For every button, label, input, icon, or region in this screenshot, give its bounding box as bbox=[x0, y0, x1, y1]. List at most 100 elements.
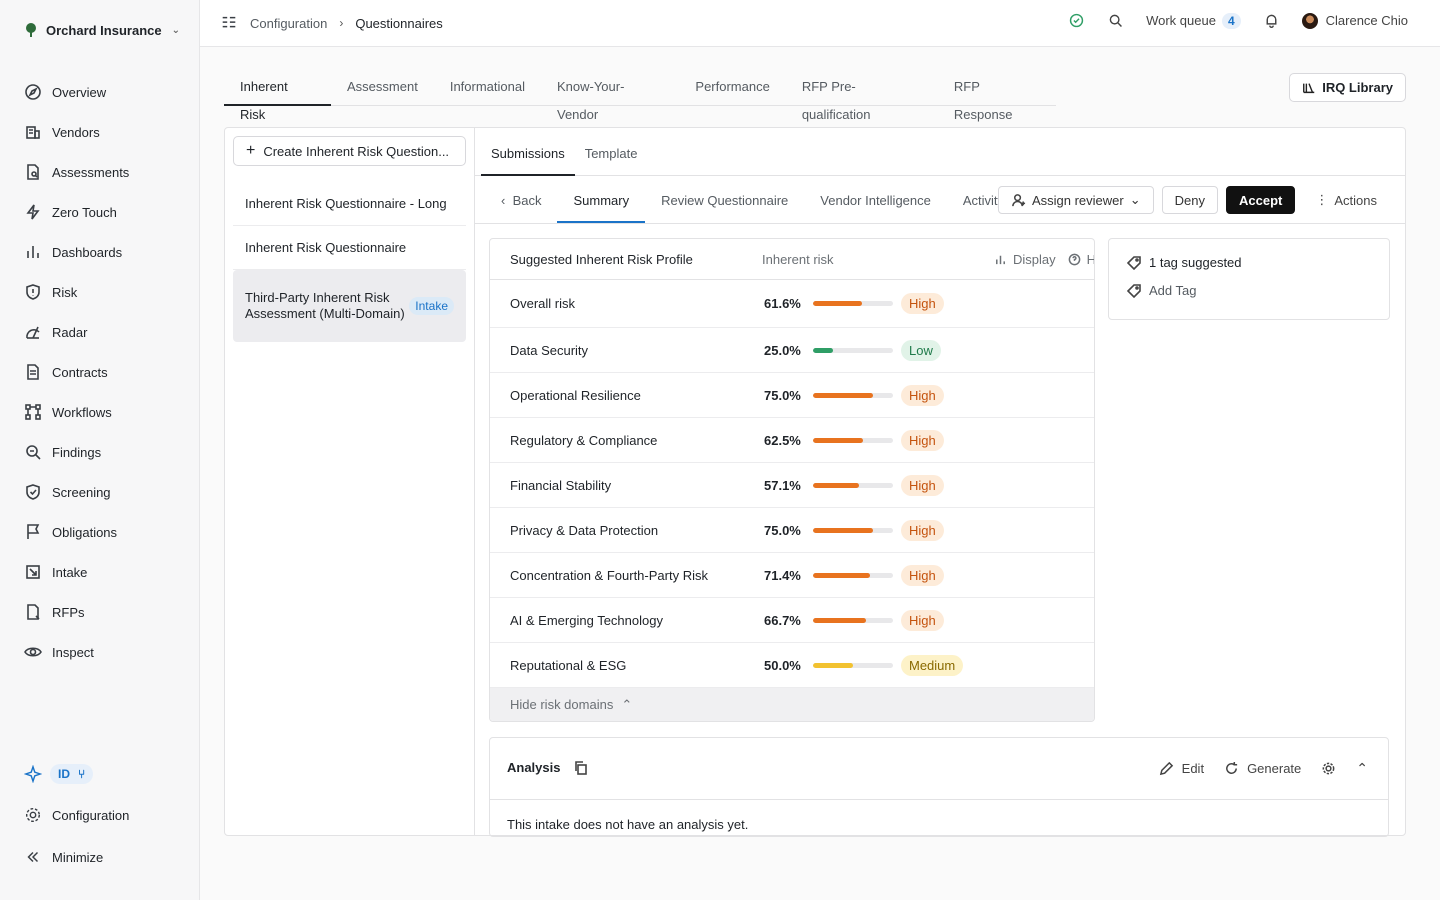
tab-performance[interactable]: Performance bbox=[679, 73, 785, 106]
tab-summary[interactable]: Summary bbox=[557, 177, 646, 223]
shield-alert-icon bbox=[26, 284, 40, 300]
sidebar-item-risk[interactable]: Risk bbox=[14, 272, 186, 312]
generate-button[interactable]: Generate bbox=[1224, 761, 1301, 776]
search-icon[interactable] bbox=[1107, 12, 1124, 29]
risk-bar bbox=[813, 347, 893, 353]
id-chip[interactable]: ID ⑂ bbox=[50, 764, 94, 784]
tab-template[interactable]: Template bbox=[575, 128, 648, 175]
display-button[interactable]: Display bbox=[1013, 252, 1056, 267]
id-chip-row[interactable]: ID ⑂ bbox=[24, 764, 184, 784]
user-menu[interactable]: Clarence Chio bbox=[1301, 12, 1408, 29]
risk-bar-fill bbox=[813, 437, 863, 443]
risk-bar bbox=[813, 301, 893, 306]
sidebar-item-intake[interactable]: Intake bbox=[14, 552, 186, 592]
sidebar-item-label: Contracts bbox=[52, 364, 108, 380]
risk-row: Overall risk 61.6% High bbox=[490, 280, 1094, 328]
bell-icon[interactable] bbox=[1263, 12, 1280, 29]
risk-profile-card: Suggested Inherent Risk Profile Inherent… bbox=[489, 238, 1095, 722]
submission-tabs: Submissions Template bbox=[475, 128, 1405, 176]
risk-domain: Regulatory & Compliance bbox=[510, 432, 658, 448]
questionnaire-panel: + Create Inherent Risk Question... Inher… bbox=[224, 127, 1406, 837]
tab-submissions[interactable]: Submissions bbox=[481, 128, 575, 176]
create-questionnaire-button[interactable]: + Create Inherent Risk Question... bbox=[233, 136, 466, 166]
lightning-icon bbox=[26, 204, 40, 220]
accept-button[interactable]: Accept bbox=[1226, 186, 1296, 214]
create-questionnaire-label: Create Inherent Risk Question... bbox=[263, 143, 450, 159]
sidebar-item-label: Risk bbox=[52, 284, 78, 300]
tab-inherent-risk[interactable]: Inherent Risk bbox=[224, 73, 332, 122]
tab-assessment[interactable]: Assessment bbox=[331, 73, 434, 106]
intake-icon bbox=[26, 565, 40, 579]
chevron-right-icon: › bbox=[339, 16, 344, 30]
sidebar-item-vendors[interactable]: Vendors bbox=[14, 112, 186, 152]
sidebar-item-label: Obligations bbox=[52, 524, 118, 540]
back-label: Back bbox=[512, 193, 542, 208]
sidebar-item-findings[interactable]: Findings bbox=[14, 432, 186, 472]
tab-review-questionnaire[interactable]: Review Questionnaire bbox=[645, 177, 804, 223]
add-tag-button[interactable]: Add Tag bbox=[1127, 283, 1196, 298]
shield-check-icon bbox=[26, 484, 40, 500]
questionnaire-name: Third-Party Inherent Risk Assessment (Mu… bbox=[245, 290, 405, 321]
sidebar-item-inspect[interactable]: Inspect bbox=[14, 632, 186, 672]
sidebar-item-obligations[interactable]: Obligations bbox=[14, 512, 186, 552]
questionnaire-list-item[interactable]: Third-Party Inherent Risk Assessment (Mu… bbox=[233, 270, 466, 342]
actions-label: Actions bbox=[1334, 192, 1377, 208]
configuration-link[interactable]: Configuration bbox=[24, 806, 184, 824]
sidebar-item-radar[interactable]: Radar bbox=[14, 312, 186, 352]
breadcrumb-parent[interactable]: Configuration bbox=[250, 16, 327, 31]
risk-level-badge: High bbox=[901, 519, 944, 541]
sidebar-item-overview[interactable]: Overview bbox=[14, 72, 186, 112]
sidebar-item-zero-touch[interactable]: Zero Touch bbox=[14, 192, 186, 232]
settings-icon[interactable] bbox=[1321, 761, 1336, 776]
eye-icon bbox=[24, 647, 42, 657]
tag-suggested-label: 1 tag suggested bbox=[1149, 255, 1242, 270]
sidebar-toggle-icon[interactable] bbox=[220, 14, 238, 32]
deny-button[interactable]: Deny bbox=[1161, 186, 1218, 214]
sidebar-item-dashboards[interactable]: Dashboards bbox=[14, 232, 186, 272]
help-button[interactable]: He bbox=[1087, 252, 1094, 267]
sidebar-item-label: Vendors bbox=[52, 124, 100, 140]
questionnaire-list-item[interactable]: Inherent Risk Questionnaire - Long bbox=[233, 182, 466, 226]
assign-reviewer-button[interactable]: Assign reviewer ⌄ bbox=[997, 186, 1154, 214]
tab-rfp-pre-qualification[interactable]: RFP Pre-qualification bbox=[786, 73, 938, 122]
sidebar-item-workflows[interactable]: Workflows bbox=[14, 392, 186, 432]
work-queue-button[interactable]: Work queue 4 bbox=[1146, 12, 1241, 29]
actions-menu-button[interactable]: ⋮ Actions bbox=[1303, 186, 1389, 214]
sidebar-item-rfps[interactable]: RFPs bbox=[14, 592, 186, 632]
back-button[interactable]: ‹ Back bbox=[493, 177, 557, 223]
risk-row: Financial Stability 57.1% High bbox=[490, 463, 1094, 508]
edit-button[interactable]: Edit bbox=[1159, 761, 1204, 776]
irq-library-button[interactable]: IRQ Library bbox=[1289, 73, 1406, 102]
tag-suggested[interactable]: 1 tag suggested bbox=[1127, 255, 1242, 270]
sidebar-item-contracts[interactable]: Contracts bbox=[14, 352, 186, 392]
help-icon bbox=[1068, 253, 1080, 265]
document-search-icon bbox=[27, 164, 39, 180]
tab-vendor-intelligence[interactable]: Vendor Intelligence bbox=[804, 177, 947, 223]
risk-rows: Overall risk 61.6% High Data Security 25.0% L… bbox=[490, 280, 1094, 688]
irq-library-label: IRQ Library bbox=[1322, 80, 1393, 95]
copy-icon[interactable] bbox=[574, 760, 588, 775]
main-content: Inherent Risk Assessment Informational Know… bbox=[200, 48, 1440, 900]
minimize-button[interactable]: Minimize bbox=[24, 848, 184, 866]
org-switcher[interactable]: Orchard Insurance ⌄ bbox=[24, 22, 180, 38]
submission-detail: Submissions Template ‹ Back Summary Review… bbox=[475, 128, 1405, 837]
risk-percent: 57.1% bbox=[764, 477, 801, 493]
chevron-down-icon: ⌄ bbox=[171, 24, 180, 36]
sidebar-item-screening[interactable]: Screening bbox=[14, 472, 186, 512]
questionnaire-list-item[interactable]: Inherent Risk Questionnaire bbox=[233, 226, 466, 270]
summary-tabs: ‹ Back Summary Review Questionnaire Vendor… bbox=[493, 177, 1020, 223]
chevron-up-icon[interactable]: ⌃ bbox=[1356, 760, 1368, 777]
tab-informational[interactable]: Informational bbox=[434, 73, 541, 106]
risk-profile-title: Suggested Inherent Risk Profile bbox=[510, 251, 693, 267]
hide-risk-domains-button[interactable]: Hide risk domains ⌃ bbox=[490, 688, 1094, 721]
plus-icon: + bbox=[246, 142, 256, 159]
minimize-label: Minimize bbox=[52, 849, 104, 865]
check-circle-icon[interactable] bbox=[1068, 12, 1085, 29]
risk-domain: Reputational & ESG bbox=[510, 657, 627, 673]
tags-card: 1 tag suggested Add Tag bbox=[1108, 238, 1390, 320]
tab-know-your-vendor[interactable]: Know-Your-Vendor bbox=[541, 73, 679, 122]
tab-rfp-response[interactable]: RFP Response bbox=[938, 73, 1056, 122]
sidebar-item-assessments[interactable]: Assessments bbox=[14, 152, 186, 192]
topbar-actions: Work queue 4 Clarence Chio bbox=[1068, 12, 1408, 29]
risk-level-badge: Low bbox=[901, 339, 941, 361]
